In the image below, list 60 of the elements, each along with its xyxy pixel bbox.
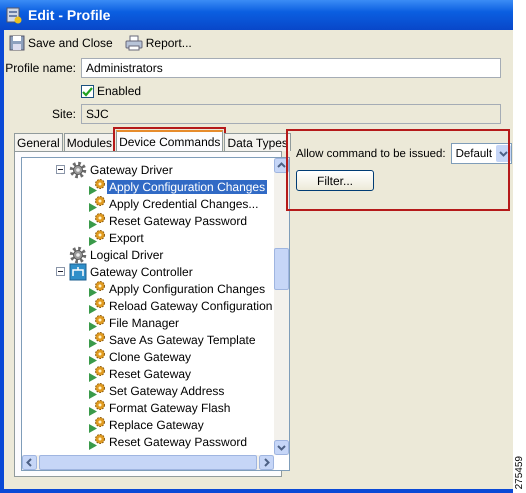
site-field[interactable]: SJC [81, 104, 501, 124]
command-icon [88, 382, 106, 400]
tree-item[interactable]: Apply Configuration Changes [107, 180, 268, 194]
gear-icon [69, 246, 87, 264]
filter-button[interactable]: Filter... [296, 170, 374, 191]
tree-item[interactable]: Reset Gateway [107, 366, 194, 380]
tree-item[interactable]: Clone Gateway [107, 350, 194, 364]
tree-item[interactable]: Gateway Controller [88, 264, 195, 278]
profile-name-field[interactable]: Administrators [81, 58, 501, 78]
command-icon [88, 432, 106, 450]
tree-item[interactable]: Apply Credential Changes... [107, 196, 260, 210]
command-icon [88, 398, 106, 416]
tree-item[interactable]: Reload Gateway Configuration [107, 298, 274, 312]
toolbar-button[interactable]: Save and Close [6, 34, 116, 52]
tree-item[interactable]: Format Gateway Flash [107, 400, 232, 414]
command-icon [88, 296, 106, 314]
scrollbar-thumb[interactable] [274, 248, 290, 290]
scroll-right-icon[interactable] [259, 455, 274, 470]
command-icon [88, 194, 106, 212]
allow-command-dropdown[interactable]: Default [450, 143, 512, 164]
window-title: Edit - Profile [28, 7, 110, 23]
collapse-icon[interactable] [56, 165, 65, 174]
save-icon [9, 35, 25, 51]
tab[interactable]: General [14, 133, 63, 151]
command-icon [88, 348, 106, 366]
command-icon [88, 228, 106, 246]
tree-item[interactable]: Gateway Driver [88, 162, 175, 176]
enabled-checkbox[interactable]: Enabled [81, 84, 142, 98]
command-icon [88, 364, 106, 382]
scroll-down-icon[interactable] [274, 440, 290, 455]
command-icon [88, 212, 106, 230]
command-icon [88, 314, 106, 332]
command-icon [88, 280, 106, 298]
tree-item[interactable]: Logical Driver [88, 248, 166, 262]
tab[interactable]: Modules [64, 133, 116, 151]
tree-item[interactable]: Reset Gateway Password [107, 214, 250, 228]
app-icon [6, 6, 22, 24]
field-label: Site: [50, 107, 77, 121]
command-icon [88, 330, 106, 348]
vertical-scrollbar[interactable] [274, 158, 290, 455]
toolbar-button[interactable]: Report... [122, 34, 195, 52]
gear-icon [69, 160, 87, 178]
command-icon [88, 416, 106, 434]
tab[interactable]: Device Commands [116, 130, 224, 151]
tree-item[interactable]: File Manager [107, 316, 182, 330]
allow-command-label: Allow command to be issued: [296, 148, 446, 160]
scroll-left-icon[interactable] [22, 455, 37, 470]
figure-number: 275459 [514, 456, 525, 489]
printer-icon [124, 35, 143, 51]
tree-item[interactable]: Reset Gateway Password [107, 434, 250, 448]
command-icon [88, 178, 106, 196]
tree-item[interactable]: Set Gateway Address [107, 384, 226, 398]
tree-item[interactable]: Replace Gateway [107, 418, 206, 432]
tree-item[interactable]: Apply Configuration Changes [107, 282, 268, 296]
field-label: Profile name: [4, 61, 77, 75]
tree-item[interactable]: Export [107, 230, 146, 244]
tree-item[interactable]: Save As Gateway Template [107, 332, 258, 346]
collapse-icon[interactable] [56, 267, 65, 276]
checkbox-label: Enabled [97, 84, 142, 98]
controller-icon [69, 262, 87, 280]
